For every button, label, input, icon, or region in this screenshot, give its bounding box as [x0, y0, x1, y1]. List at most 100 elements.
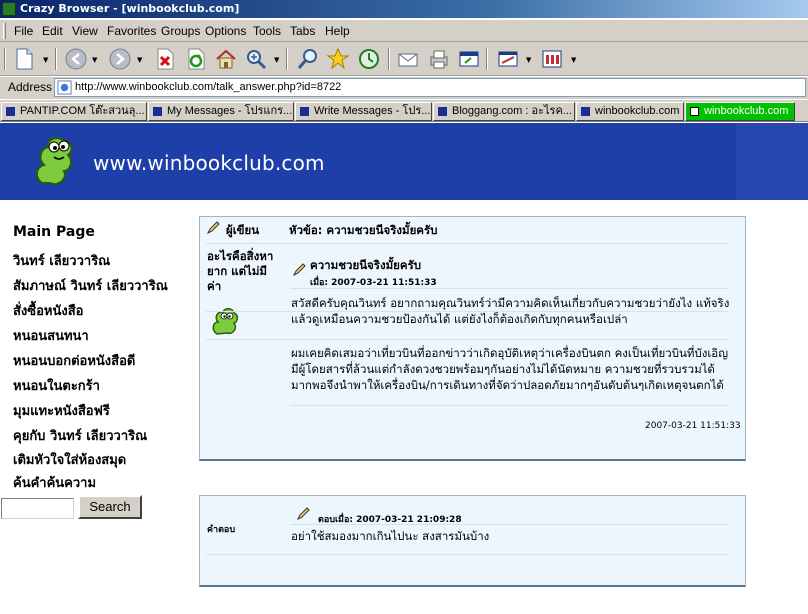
sidebar-item-interview[interactable]: สัมภาษณ์ วินทร์ เลียววาริณ: [13, 275, 168, 296]
menu-favorites[interactable]: Favorites: [107, 24, 156, 38]
forward-icon[interactable]: [108, 47, 132, 71]
site-banner: www.winbookclub.com: [0, 123, 808, 200]
bookworm-logo-icon: [36, 137, 73, 185]
menu-edit[interactable]: Edit: [42, 24, 63, 38]
tab-page-icon: [6, 107, 15, 116]
menu-file[interactable]: File: [14, 24, 33, 38]
mail-icon[interactable]: [396, 47, 420, 71]
web-page: www.winbookclub.com Main Page วินทร์ เลี…: [0, 123, 808, 614]
reply-label: คำตอบ: [207, 525, 236, 535]
new-page-dropdown-icon[interactable]: ▼: [43, 56, 48, 64]
edit-dropdown-icon[interactable]: ▼: [526, 56, 531, 64]
home-icon[interactable]: [214, 47, 238, 71]
sidebar-item-library[interactable]: เติมหัวใจใส่ห้องสมุด: [13, 449, 126, 470]
toolbar-separator: [486, 48, 488, 70]
tab-page-icon: [690, 107, 699, 116]
tab-bloggang[interactable]: Bloggang.com : อะไรค...: [433, 102, 575, 121]
menu-grip[interactable]: [3, 23, 6, 39]
print-icon[interactable]: [427, 47, 451, 71]
app-icon: [2, 2, 16, 16]
page-globe-icon: [57, 80, 72, 95]
window-icon[interactable]: [457, 47, 481, 71]
settings-icon[interactable]: [540, 47, 564, 71]
sidebar-item-free-books[interactable]: มุมแทะหนังสือฟรี: [13, 400, 110, 421]
divider: [206, 339, 728, 340]
post-footer-time: 2007-03-21 11:51:33: [645, 421, 741, 431]
sidebar-item-basket[interactable]: หนอนในตะกร้า: [13, 375, 100, 396]
favorites-star-icon[interactable]: [326, 47, 350, 71]
browser-window: Crazy Browser - [winbookclub.com] File E…: [0, 0, 808, 614]
forward-dropdown-icon[interactable]: ▼: [137, 56, 142, 64]
sidebar-item-win-lyovarin[interactable]: วินทร์ เลียววาริณ: [13, 250, 110, 271]
pencil-icon: [206, 221, 220, 235]
author-header: ผู้เขียน: [226, 223, 260, 237]
tab-label: Write Messages - โปร...: [314, 105, 431, 117]
search-button[interactable]: Search: [78, 495, 142, 519]
subject-header: หัวข้อ: ความชวยนีจริงมั้ยครับ: [289, 223, 438, 237]
tab-label: Bloggang.com : อะไรค...: [452, 105, 572, 117]
tab-winbookclub-active[interactable]: winbookclub.com: [685, 102, 795, 121]
tab-bar: PANTIP.COM โต๊ะสวนลุ... My Messages - โป…: [0, 100, 808, 122]
tab-label: My Messages - โปรแกร...: [167, 105, 293, 117]
divider: [290, 524, 728, 525]
address-input[interactable]: http://www.winbookclub.com/talk_answer.p…: [54, 78, 806, 97]
window-title: Crazy Browser - [winbookclub.com]: [20, 2, 240, 15]
tab-label: winbookclub.com: [595, 105, 680, 117]
tab-page-icon: [153, 107, 162, 116]
tab-label: winbookclub.com: [704, 105, 789, 117]
pencil-icon: [296, 507, 310, 521]
menu-tools[interactable]: Tools: [253, 24, 281, 38]
tab-my-messages[interactable]: My Messages - โปรแกร...: [148, 102, 294, 121]
menu-groups[interactable]: Groups: [161, 24, 200, 38]
tab-page-icon: [300, 107, 309, 116]
sidebar-item-talk-with-author[interactable]: คุยกับ วินทร์ เลียววาริณ: [13, 425, 147, 446]
menu-help[interactable]: Help: [325, 24, 350, 38]
back-icon[interactable]: [64, 47, 88, 71]
sidebar-item-order-books[interactable]: สั่งซื้อหนังสือ: [13, 300, 83, 321]
history-icon[interactable]: [357, 47, 381, 71]
address-bar: Address http://www.winbookclub.com/talk_…: [0, 77, 808, 99]
sidebar-item-discussion[interactable]: หนอนสนทนา: [13, 325, 89, 346]
menu-bar: File Edit View Favorites Groups Options …: [0, 20, 808, 42]
tab-pantip[interactable]: PANTIP.COM โต๊ะสวนลุ...: [1, 102, 147, 121]
post-paragraph-2: ผมเคยคิดเสมอว่าเที่ยวบินที่ออกข่าวว่าเกิ…: [291, 346, 729, 392]
reply-body: อย่าใช้สมองมากเกินไปนะ สงสารมันบ้าง: [291, 529, 490, 543]
tab-write-messages[interactable]: Write Messages - โปร...: [295, 102, 432, 121]
toolbar-separator: [286, 48, 288, 70]
menu-view[interactable]: View: [72, 24, 98, 38]
zoom-icon[interactable]: [244, 47, 268, 71]
sidebar-item-search-words[interactable]: ค้นคำค้นความ: [13, 472, 96, 493]
site-name: www.winbookclub.com: [93, 151, 325, 175]
search-input[interactable]: [1, 498, 74, 519]
toolbar: ▼ ▼ ▼ ▼ ▼ ▼: [0, 42, 808, 76]
reply-post: คำตอบ ตอบเมื่อ: 2007-03-21 21:09:28 อย่า…: [199, 495, 746, 587]
divider: [290, 405, 728, 406]
menu-tabs[interactable]: Tabs: [290, 24, 315, 38]
settings-dropdown-icon[interactable]: ▼: [571, 56, 576, 64]
topic-post: ผู้เขียน หัวข้อ: ความชวยนีจริงมั้ยครับ อ…: [199, 216, 746, 461]
address-label: Address: [8, 80, 53, 94]
tab-page-icon: [581, 107, 590, 116]
toolbar-separator: [388, 48, 390, 70]
toolbar-separator: [55, 48, 57, 70]
new-page-icon[interactable]: [12, 47, 36, 71]
search-icon[interactable]: [296, 47, 320, 71]
menu-options[interactable]: Options: [205, 24, 246, 38]
author-name: อะไรคือสิ่งหายาก แต่ไม่มีค่า: [207, 249, 274, 293]
banner-shade: [736, 123, 808, 200]
post-title: ความชวยนีจริงมั้ยครับ: [310, 258, 422, 272]
edit-icon[interactable]: [496, 47, 520, 71]
sidebar-item-main-page[interactable]: Main Page: [13, 224, 95, 240]
tab-label: PANTIP.COM โต๊ะสวนลุ...: [20, 105, 145, 117]
refresh-icon[interactable]: [184, 47, 208, 71]
back-dropdown-icon[interactable]: ▼: [92, 56, 97, 64]
zoom-dropdown-icon[interactable]: ▼: [274, 56, 279, 64]
title-bar: Crazy Browser - [winbookclub.com]: [0, 0, 808, 18]
tab-page-icon: [438, 107, 447, 116]
stop-icon[interactable]: [153, 47, 177, 71]
tab-winbookclub-1[interactable]: winbookclub.com: [576, 102, 684, 121]
divider: [206, 311, 728, 312]
toolbar-grip: [4, 48, 6, 70]
sidebar-item-recommend-books[interactable]: หนอนบอกต่อหนังสือดี: [13, 350, 135, 371]
divider: [290, 288, 728, 289]
